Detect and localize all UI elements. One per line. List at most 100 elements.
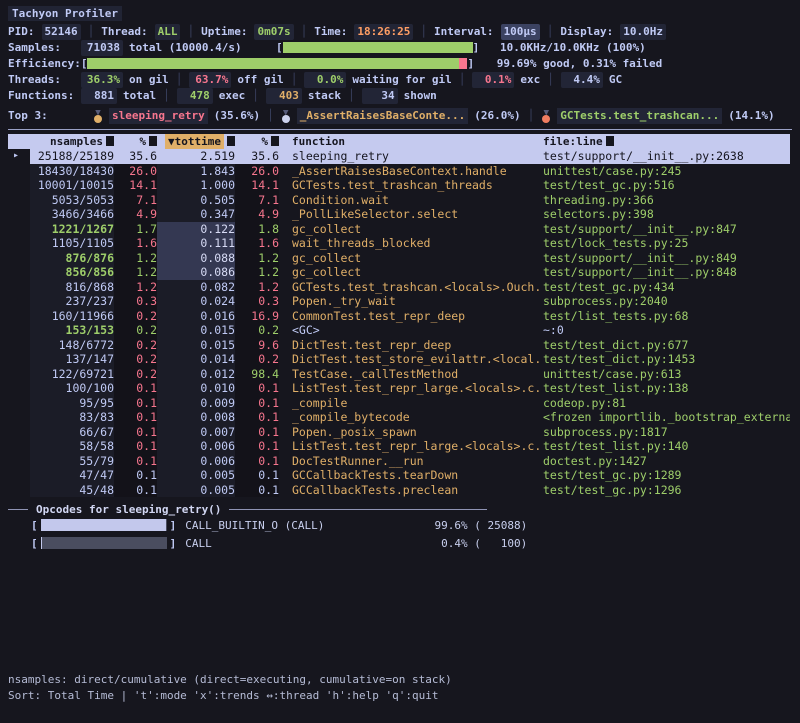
- sort-indicator: ▼tottime: [165, 134, 224, 149]
- page-title: Tachyon Profiler: [8, 6, 122, 21]
- cell-file-line: ~:0: [543, 323, 790, 338]
- table-row[interactable]: 3466/3466 4.9 0.347 4.9 _PollLikeSelecto…: [8, 207, 790, 222]
- header-tottime-sort[interactable]: ▼tottime: [157, 134, 235, 149]
- row-pointer: [8, 468, 30, 483]
- thread-segment-label: exc: [520, 72, 540, 88]
- table-row[interactable]: 45/48 0.1 0.005 0.1 GCCallbackTests.prec…: [8, 483, 790, 498]
- row-pointer: [8, 483, 30, 498]
- header-pct-direct[interactable]: %: [114, 134, 157, 149]
- cell-file-line: test/test_gc.py:1289: [543, 468, 790, 483]
- cell-nsamples: 876/876: [30, 251, 114, 266]
- thread-segment-label: on gil: [129, 72, 169, 88]
- row-pointer: [8, 396, 30, 411]
- cell-nsamples: 237/237: [30, 294, 114, 309]
- separator: │: [452, 72, 473, 88]
- cell-pct-cumulative: 1.6: [235, 236, 279, 251]
- table-row[interactable]: 55/79 0.1 0.006 0.1 DocTestRunner.__run …: [8, 454, 790, 469]
- cell-tottime: 0.006: [157, 439, 235, 454]
- cell-pct-direct: 1.2: [114, 265, 157, 280]
- table-row[interactable]: 237/237 0.3 0.024 0.3 Popen._try_wait su…: [8, 294, 790, 309]
- header-nsamples[interactable]: nsamples: [30, 134, 114, 149]
- header-function[interactable]: function: [279, 134, 543, 149]
- table-row[interactable]: 5053/5053 7.1 0.505 7.1 Condition.wait t…: [8, 193, 790, 208]
- functions-segment: 881 total │: [81, 88, 177, 104]
- table-row[interactable]: 137/147 0.2 0.014 0.2 DictTest.test_stor…: [8, 352, 790, 367]
- row-pointer: [8, 367, 30, 382]
- threads-label: Threads:: [8, 72, 74, 88]
- table-row[interactable]: 122/69721 0.2 0.012 98.4 TestCase._callT…: [8, 367, 790, 382]
- table-row[interactable]: 856/856 1.2 0.086 1.2 gc_collect test/su…: [8, 265, 790, 280]
- cell-pct-direct: 1.7: [114, 222, 157, 237]
- header-file-line[interactable]: file:line: [543, 134, 790, 149]
- footer: nsamples: direct/cumulative (direct=exec…: [8, 672, 452, 704]
- cell-file-line: test/test_gc.py:1296: [543, 483, 790, 498]
- cell-pct-direct: 7.1: [114, 193, 157, 208]
- cell-function: _PollLikeSelector.select: [279, 207, 543, 222]
- row-pointer: [8, 439, 30, 454]
- cell-pct-direct: 0.1: [114, 410, 157, 425]
- cell-pct-cumulative: 0.1: [235, 425, 279, 440]
- status-item-label: Display:: [560, 24, 613, 40]
- table-row[interactable]: 100/100 0.1 0.010 0.1 ListTest.test_repr…: [8, 381, 790, 396]
- cell-pct-direct: 0.1: [114, 425, 157, 440]
- cell-pct-cumulative: 7.1: [235, 193, 279, 208]
- row-pointer: [8, 193, 30, 208]
- cell-tottime: 0.010: [157, 381, 235, 396]
- thread-segment: 4.4% GC: [561, 72, 622, 88]
- functions-segment-value: 881: [81, 88, 117, 104]
- table-row[interactable]: ▸ 25188/25189 35.6 2.519 35.6 sleeping_r…: [8, 149, 790, 164]
- functions-segment: 34 shown: [362, 88, 437, 104]
- table-row[interactable]: 160/11966 0.2 0.016 16.9 CommonTest.test…: [8, 309, 790, 324]
- row-pointer: [8, 410, 30, 425]
- table-row[interactable]: 47/47 0.1 0.005 0.1 GCCallbackTests.tear…: [8, 468, 790, 483]
- table-row[interactable]: 816/868 1.2 0.082 1.2 GCTests.test_trash…: [8, 280, 790, 295]
- table-row[interactable]: 1105/1105 1.6 0.111 1.6 wait_threads_blo…: [8, 236, 790, 251]
- cell-nsamples: 137/147: [30, 352, 114, 367]
- thread-segment-value: 4.4%: [561, 72, 603, 88]
- functions-segment-value: 478: [177, 88, 213, 104]
- header-pct-cumulative[interactable]: %: [235, 134, 279, 149]
- bracket: [: [31, 537, 38, 550]
- functions-segment: 478 exec │: [177, 88, 266, 104]
- cell-file-line: doctest.py:1427: [543, 454, 790, 469]
- cell-tottime: 0.007: [157, 425, 235, 440]
- row-pointer: [8, 222, 30, 237]
- status-item-value: 10.0Hz: [620, 24, 666, 40]
- cell-function: <GC>: [279, 323, 543, 338]
- table-row[interactable]: 58/58 0.1 0.006 0.1 ListTest.test_repr_l…: [8, 439, 790, 454]
- cell-pct-direct: 4.9: [114, 207, 157, 222]
- table-row[interactable]: 153/153 0.2 0.015 0.2 <GC> ~:0: [8, 323, 790, 338]
- table-row[interactable]: 83/83 0.1 0.008 0.1 _compile_bytecode <f…: [8, 410, 790, 425]
- cell-pct-direct: 0.2: [114, 367, 157, 382]
- cell-file-line: test/support/__init__.py:847: [543, 222, 790, 237]
- header-gutter: [8, 134, 30, 149]
- cell-file-line: test/test_list.py:138: [543, 381, 790, 396]
- cell-function: DictTest.test_repr_deep: [279, 338, 543, 353]
- separator: │: [284, 72, 305, 88]
- row-pointer: [8, 178, 30, 193]
- table-row[interactable]: 18430/18430 26.0 1.843 26.0 _AssertRaise…: [8, 164, 790, 179]
- table-row[interactable]: 66/67 0.1 0.007 0.1 Popen._posix_spawn s…: [8, 425, 790, 440]
- thread-segment-label: waiting for gil: [352, 72, 451, 88]
- table-row[interactable]: 1221/1267 1.7 0.122 1.8 gc_collect test/…: [8, 222, 790, 237]
- cell-file-line: test/test_gc.py:516: [543, 178, 790, 193]
- thread-segment: 0.1% exc │: [472, 72, 561, 88]
- row-pointer: [8, 454, 30, 469]
- cell-nsamples: 3466/3466: [30, 207, 114, 222]
- cell-nsamples: 25188/25189: [30, 149, 114, 164]
- separator: │: [540, 24, 561, 40]
- table-row[interactable]: 876/876 1.2 0.088 1.2 gc_collect test/su…: [8, 251, 790, 266]
- medal-icon: [93, 110, 103, 123]
- functions-segment-label: total: [123, 88, 156, 104]
- cell-nsamples: 148/6772: [30, 338, 114, 353]
- cell-function: GCCallbackTests.tearDown: [279, 468, 543, 483]
- efficiency-summary: 99.69% good, 0.31% failed: [497, 57, 663, 70]
- cell-function: ListTest.test_repr_large.<locals>.c...: [279, 439, 543, 454]
- table-row[interactable]: 95/95 0.1 0.009 0.1 _compile codeop.py:8…: [8, 396, 790, 411]
- table-row[interactable]: 10001/10015 14.1 1.000 14.1 GCTests.test…: [8, 178, 790, 193]
- efficiency-line: Efficiency:[] 99.69% good, 0.31% failed: [8, 56, 792, 72]
- top3-entry-pct: (35.6%): [214, 108, 260, 124]
- cell-tottime: 0.005: [157, 483, 235, 498]
- table-row[interactable]: 148/6772 0.2 0.015 9.6 DictTest.test_rep…: [8, 338, 790, 353]
- status-item: Uptime: 0m07s │: [201, 24, 314, 40]
